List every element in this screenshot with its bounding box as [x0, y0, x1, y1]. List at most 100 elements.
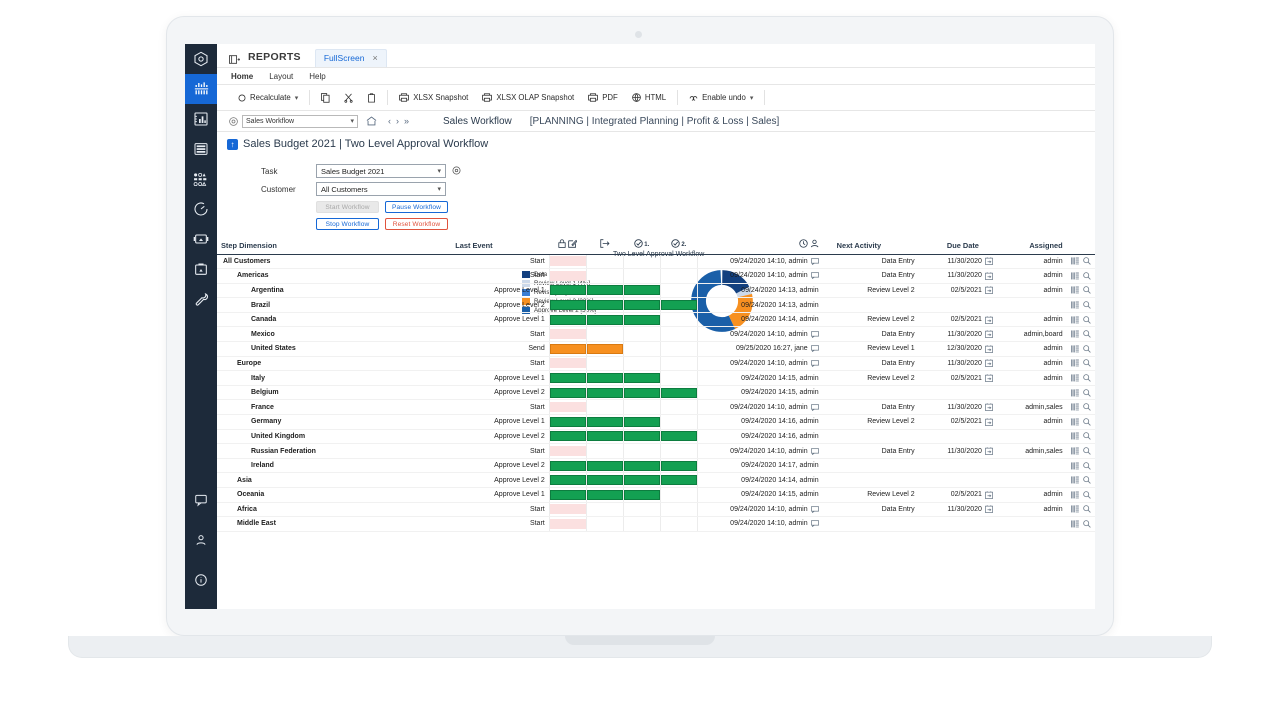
- row-actions[interactable]: [1066, 283, 1095, 299]
- wrench-icon[interactable]: [185, 284, 217, 314]
- xlsx-olap-snapshot-button[interactable]: XLSX OLAP Snapshot: [475, 91, 581, 104]
- stage-cell-2[interactable]: [585, 516, 624, 532]
- row-actions[interactable]: [1066, 429, 1095, 445]
- stage-cell-3[interactable]: [622, 429, 661, 445]
- stage-cell-3[interactable]: [622, 385, 661, 401]
- stage-cell-1[interactable]: [548, 414, 587, 430]
- database-icon[interactable]: [185, 134, 217, 164]
- stage-cell-2[interactable]: [585, 414, 624, 430]
- row-actions[interactable]: [1066, 326, 1095, 343]
- table-row[interactable]: Russian Federation Start 09/24/2020 14:10,…: [217, 443, 1095, 459]
- stage-cell-3[interactable]: [622, 443, 661, 459]
- table-row[interactable]: Europe Start 09/24/2020 14:10, admin Data E…: [217, 356, 1095, 372]
- stage-cell-3[interactable]: [622, 254, 661, 270]
- stage-cell-2[interactable]: [585, 297, 624, 313]
- row-dimension[interactable]: Germany: [217, 414, 452, 430]
- stage-cell-1[interactable]: [548, 268, 587, 284]
- row-actions[interactable]: [1066, 399, 1095, 416]
- stage-cell-3[interactable]: [622, 414, 661, 430]
- stage-cell-3[interactable]: [622, 356, 661, 372]
- stage-cell-2[interactable]: [585, 341, 624, 357]
- stage-cell-3[interactable]: [622, 472, 661, 488]
- stage-cell-3[interactable]: [622, 341, 661, 357]
- stage-cell-4[interactable]: [659, 326, 698, 343]
- table-row[interactable]: Ireland Approve Level 2 09/24/2020 14:17, …: [217, 458, 1095, 474]
- table-row[interactable]: Africa Start 09/24/2020 14:10, admin Data E…: [217, 502, 1095, 518]
- analytics-icon[interactable]: [185, 74, 217, 104]
- table-row[interactable]: Argentina Approve Level 1 09/24/2020 14:13…: [217, 283, 1095, 299]
- row-actions[interactable]: [1066, 254, 1095, 270]
- row-dimension[interactable]: Oceania: [217, 487, 452, 503]
- row-actions[interactable]: [1066, 458, 1095, 474]
- stage-cell-4[interactable]: [659, 268, 698, 284]
- stage-cell-2[interactable]: [585, 502, 624, 518]
- stage-cell-1[interactable]: [548, 312, 587, 328]
- prev-icon[interactable]: ‹: [388, 116, 391, 126]
- stage-cell-1[interactable]: [548, 254, 587, 270]
- row-dimension[interactable]: Argentina: [217, 283, 452, 299]
- row-dimension[interactable]: Europe: [217, 356, 452, 372]
- stage-cell-2[interactable]: [585, 326, 624, 343]
- info-icon[interactable]: [185, 565, 217, 595]
- stage-cell-3[interactable]: [622, 283, 661, 299]
- row-actions[interactable]: [1066, 443, 1095, 459]
- stage-cell-1[interactable]: [548, 443, 587, 459]
- col-check-1[interactable]: 1.: [623, 236, 661, 255]
- table-row[interactable]: All Customers Start 09/24/2020 14:10, admi…: [217, 254, 1095, 270]
- stage-cell-4[interactable]: [659, 458, 698, 474]
- row-dimension[interactable]: United States: [217, 341, 452, 357]
- stage-cell-1[interactable]: [548, 502, 587, 518]
- stage-cell-3[interactable]: [622, 516, 661, 532]
- stage-cell-3[interactable]: [622, 502, 661, 518]
- stage-cell-1[interactable]: [548, 326, 587, 343]
- stage-cell-2[interactable]: [585, 472, 624, 488]
- table-row[interactable]: Brazil Approve Level 2 09/24/2020 14:13, a…: [217, 297, 1095, 313]
- row-actions[interactable]: [1066, 516, 1095, 532]
- row-dimension[interactable]: Brazil: [217, 297, 452, 313]
- stage-cell-2[interactable]: [585, 312, 624, 328]
- close-icon[interactable]: ×: [373, 53, 378, 63]
- col-assigned[interactable]: Assigned: [996, 236, 1067, 255]
- table-row[interactable]: Americas Start 09/24/2020 14:10, admin Data…: [217, 268, 1095, 284]
- stage-cell-3[interactable]: [622, 326, 661, 343]
- clock-gauge-icon[interactable]: [185, 194, 217, 224]
- row-dimension[interactable]: Ireland: [217, 458, 452, 474]
- stage-cell-4[interactable]: [659, 283, 698, 299]
- row-dimension[interactable]: All Customers: [217, 254, 452, 270]
- row-dimension[interactable]: Belgium: [217, 385, 452, 401]
- table-row[interactable]: Asia Approve Level 2 09/24/2020 14:14, adm…: [217, 472, 1095, 488]
- stage-cell-3[interactable]: [622, 458, 661, 474]
- modeling-icon[interactable]: [185, 164, 217, 194]
- row-dimension[interactable]: Americas: [217, 268, 452, 284]
- row-dimension[interactable]: Asia: [217, 472, 452, 488]
- enable-undo-button[interactable]: Enable undo ▾: [682, 91, 760, 104]
- table-row[interactable]: Belgium Approve Level 2 09/24/2020 14:15, …: [217, 385, 1095, 401]
- stage-cell-1[interactable]: [548, 516, 587, 532]
- stage-cell-2[interactable]: [585, 429, 624, 445]
- col-time-user[interactable]: [697, 236, 823, 255]
- stage-cell-4[interactable]: [659, 472, 698, 488]
- stage-cell-4[interactable]: [659, 414, 698, 430]
- row-actions[interactable]: [1066, 472, 1095, 488]
- presentation-icon[interactable]: [185, 224, 217, 254]
- stage-cell-2[interactable]: [585, 283, 624, 299]
- row-dimension[interactable]: Russian Federation: [217, 443, 452, 459]
- row-dimension[interactable]: Africa: [217, 502, 452, 518]
- stage-cell-1[interactable]: [548, 399, 587, 416]
- row-actions[interactable]: [1066, 414, 1095, 430]
- cut-button[interactable]: [337, 91, 360, 105]
- row-dimension[interactable]: Canada: [217, 312, 452, 328]
- stage-cell-4[interactable]: [659, 516, 698, 532]
- stage-cell-1[interactable]: [548, 429, 587, 445]
- row-actions[interactable]: [1066, 356, 1095, 372]
- table-row[interactable]: Germany Approve Level 1 09/24/2020 14:16, …: [217, 414, 1095, 430]
- paste-button[interactable]: [360, 91, 383, 105]
- pause-workflow-button[interactable]: Pause Workflow: [385, 201, 448, 213]
- row-actions[interactable]: [1066, 385, 1095, 401]
- row-actions[interactable]: [1066, 312, 1095, 328]
- stage-cell-1[interactable]: [548, 341, 587, 357]
- stage-cell-4[interactable]: [659, 312, 698, 328]
- chat-icon[interactable]: [185, 485, 217, 515]
- start-workflow-button[interactable]: Start Workflow: [316, 201, 379, 213]
- reset-workflow-button[interactable]: Reset Workflow: [385, 218, 448, 230]
